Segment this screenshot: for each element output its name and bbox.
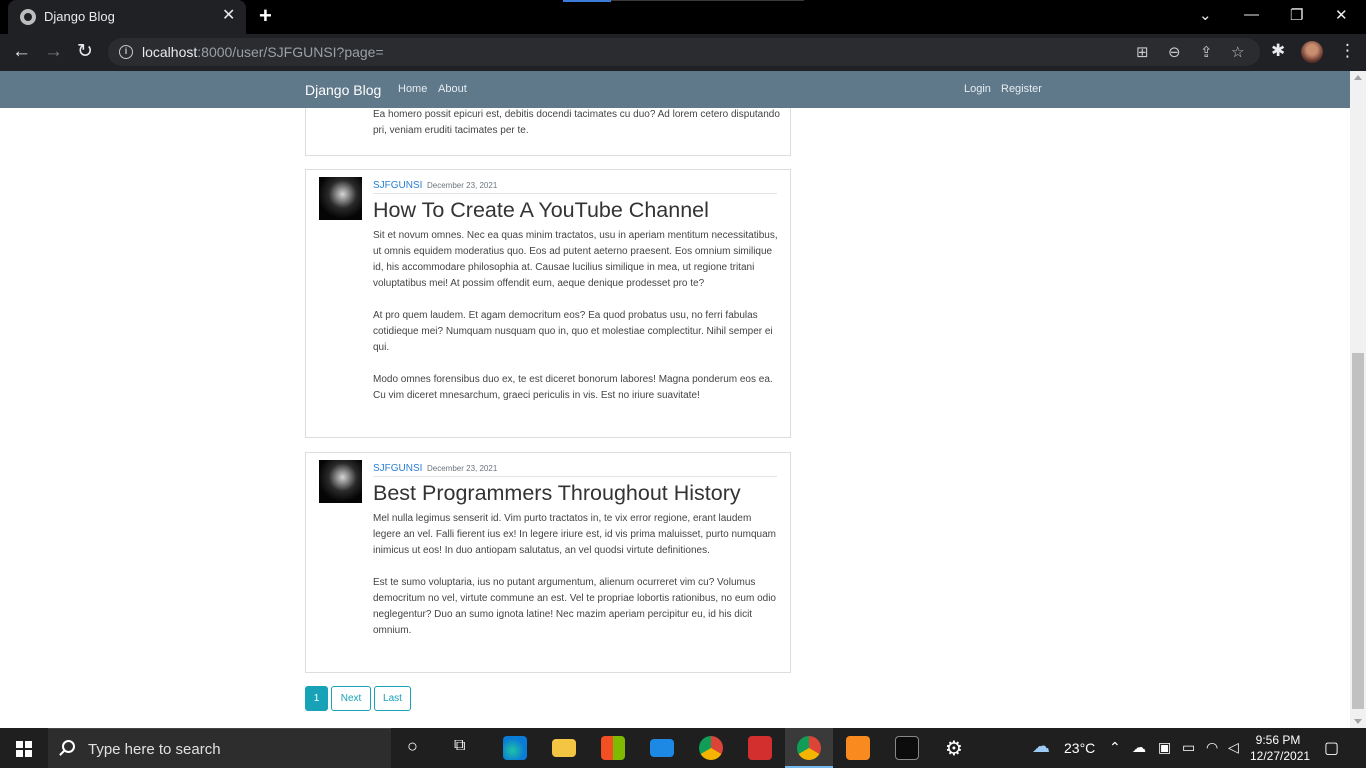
reload-icon[interactable]: ↻ <box>77 41 93 63</box>
author-link[interactable]: SJFGUNSI <box>373 463 422 474</box>
translate-icon[interactable]: ⊞ <box>1136 43 1149 61</box>
post-date: December 23, 2021 <box>427 181 498 190</box>
bookmark-star-icon[interactable]: ☆ <box>1231 43 1244 61</box>
author-avatar[interactable] <box>319 460 362 503</box>
post-paragraph: Est te sumo voluptaria, ius no putant ar… <box>373 577 776 636</box>
sublime-text-icon[interactable] <box>846 736 870 760</box>
scroll-up-arrow-icon[interactable] <box>1354 75 1362 80</box>
task-view-icon[interactable]: ⧉ <box>454 737 465 755</box>
post-card: SJFGUNSI December 23, 2021 How To Create… <box>305 169 791 438</box>
post-date: December 23, 2021 <box>427 464 498 473</box>
search-icon <box>62 740 75 753</box>
page-1-button[interactable]: 1 <box>305 686 328 711</box>
browser-tab[interactable]: Django Blog ✕ <box>8 0 246 34</box>
post-paragraph: Ea homero possit epicuri est, debitis do… <box>373 109 780 136</box>
post-paragraph: At pro quem laudem. Et agam democritum e… <box>373 310 773 353</box>
back-arrow-icon[interactable]: ← <box>12 41 31 63</box>
url-text[interactable]: localhost:8000/user/SJFGUNSI?page= <box>142 44 384 60</box>
windows-start-icon[interactable] <box>16 741 32 757</box>
post-paragraph: Mel nulla legimus senserit id. Vim purto… <box>373 513 776 556</box>
minimize-icon[interactable]: — <box>1244 6 1259 23</box>
nav-about-link[interactable]: About <box>438 83 467 95</box>
last-page-button[interactable]: Last <box>374 686 411 711</box>
nav-home-link[interactable]: Home <box>398 83 427 95</box>
onedrive-icon[interactable]: ☁ <box>1132 739 1146 756</box>
post-paragraph: Modo omnes forensibus duo ex, te est dic… <box>373 374 773 401</box>
tab-search-icon[interactable]: ⌄ <box>1199 6 1212 24</box>
restore-icon[interactable]: ❐ <box>1290 6 1303 24</box>
post-card: SJFGUNSI December 23, 2021 Best Programm… <box>305 452 791 673</box>
titlebar-accent <box>563 0 611 2</box>
file-explorer-icon[interactable] <box>552 739 576 757</box>
forward-arrow-icon[interactable]: → <box>44 41 63 63</box>
site-brand-link[interactable]: Django Blog <box>305 82 381 98</box>
page-viewport: Ea homero possit epicuri est, debitis do… <box>0 71 1366 728</box>
wps-office-icon[interactable] <box>748 736 772 760</box>
terminal-icon[interactable] <box>895 736 919 760</box>
browser-toolbar: ← → ↻ i localhost:8000/user/SJFGUNSI?pag… <box>0 34 1366 71</box>
notification-center-icon[interactable]: ▢ <box>1324 738 1339 758</box>
taskbar-active-app[interactable] <box>785 728 833 768</box>
page-scrollbar[interactable] <box>1350 71 1366 728</box>
battery-icon[interactable]: ▭ <box>1182 739 1195 756</box>
new-tab-button[interactable]: + <box>259 4 272 28</box>
weather-temperature[interactable]: 23°C <box>1064 740 1095 756</box>
tab-title: Django Blog <box>44 9 115 24</box>
profile-avatar[interactable] <box>1301 41 1323 63</box>
menu-kebab-icon[interactable]: ⋮ <box>1339 41 1356 61</box>
site-navbar: Django Blog Home About Login Register <box>0 71 1350 108</box>
author-link[interactable]: SJFGUNSI <box>373 180 422 191</box>
post-title[interactable]: How To Create A YouTube Channel <box>373 198 709 223</box>
scrollbar-thumb[interactable] <box>1352 353 1364 709</box>
weather-cloud-icon[interactable]: ☁ <box>1032 736 1050 757</box>
post-paragraph: Sit et novum omnes. Nec ea quas minim tr… <box>373 230 778 289</box>
taskbar-clock[interactable]: 9:56 PM 12/27/2021 <box>1250 732 1311 764</box>
post-body-partial: Ea homero possit epicuri est, debitis do… <box>373 107 781 155</box>
taskbar-search-box[interactable]: Type here to search <box>48 728 391 768</box>
windows-taskbar: Type here to search ○ ⧉ ⚙ ☁ 23°C ⌃ ☁ ▣ ▭… <box>0 728 1366 768</box>
post-meta: SJFGUNSI December 23, 2021 <box>373 463 777 477</box>
site-info-icon[interactable]: i <box>119 45 133 59</box>
url-host: localhost <box>142 44 198 60</box>
post-meta: SJFGUNSI December 23, 2021 <box>373 180 777 194</box>
cortana-icon[interactable]: ○ <box>407 736 418 757</box>
wifi-icon[interactable]: ◠ <box>1206 739 1218 756</box>
url-path: :8000/user/SJFGUNSI?page= <box>197 44 384 60</box>
post-title[interactable]: Best Programmers Throughout History <box>373 481 741 506</box>
extensions-puzzle-icon[interactable]: ✱ <box>1271 41 1285 61</box>
next-page-button[interactable]: Next <box>331 686 371 711</box>
clock-time: 9:56 PM <box>1255 733 1301 747</box>
post-body: Mel nulla legimus senserit id. Vim purto… <box>373 511 781 655</box>
address-bar[interactable]: i localhost:8000/user/SJFGUNSI?page= ⊞ ⊖… <box>108 38 1260 66</box>
close-window-icon[interactable]: ✕ <box>1335 6 1348 24</box>
chrome-icon[interactable] <box>699 736 723 760</box>
edge-browser-icon[interactable] <box>503 736 527 760</box>
taskbar-search-placeholder: Type here to search <box>88 741 221 758</box>
titlebar-accent-line <box>611 0 804 1</box>
volume-icon[interactable]: ◁ <box>1228 739 1239 756</box>
clock-date: 12/27/2021 <box>1250 749 1311 763</box>
microsoft-store-icon[interactable] <box>601 736 625 760</box>
globe-icon <box>20 9 36 25</box>
nav-register-link[interactable]: Register <box>1001 83 1042 95</box>
scroll-down-arrow-icon[interactable] <box>1354 719 1362 724</box>
share-icon[interactable]: ⇪ <box>1200 43 1213 61</box>
zoom-icon[interactable]: ⊖ <box>1168 43 1181 61</box>
meet-now-icon[interactable]: ▣ <box>1158 739 1171 756</box>
tab-close-icon[interactable]: ✕ <box>222 7 235 25</box>
nav-login-link[interactable]: Login <box>964 83 991 95</box>
chrome-active-icon <box>797 736 821 760</box>
settings-gear-icon[interactable]: ⚙ <box>945 736 963 761</box>
author-avatar[interactable] <box>319 177 362 220</box>
tray-chevron-up-icon[interactable]: ⌃ <box>1109 739 1121 756</box>
mail-icon[interactable] <box>650 739 674 757</box>
post-body: Sit et novum omnes. Nec ea quas minim tr… <box>373 228 781 420</box>
browser-titlebar: Django Blog ✕ + ⌄ — ❐ ✕ <box>0 0 1366 34</box>
